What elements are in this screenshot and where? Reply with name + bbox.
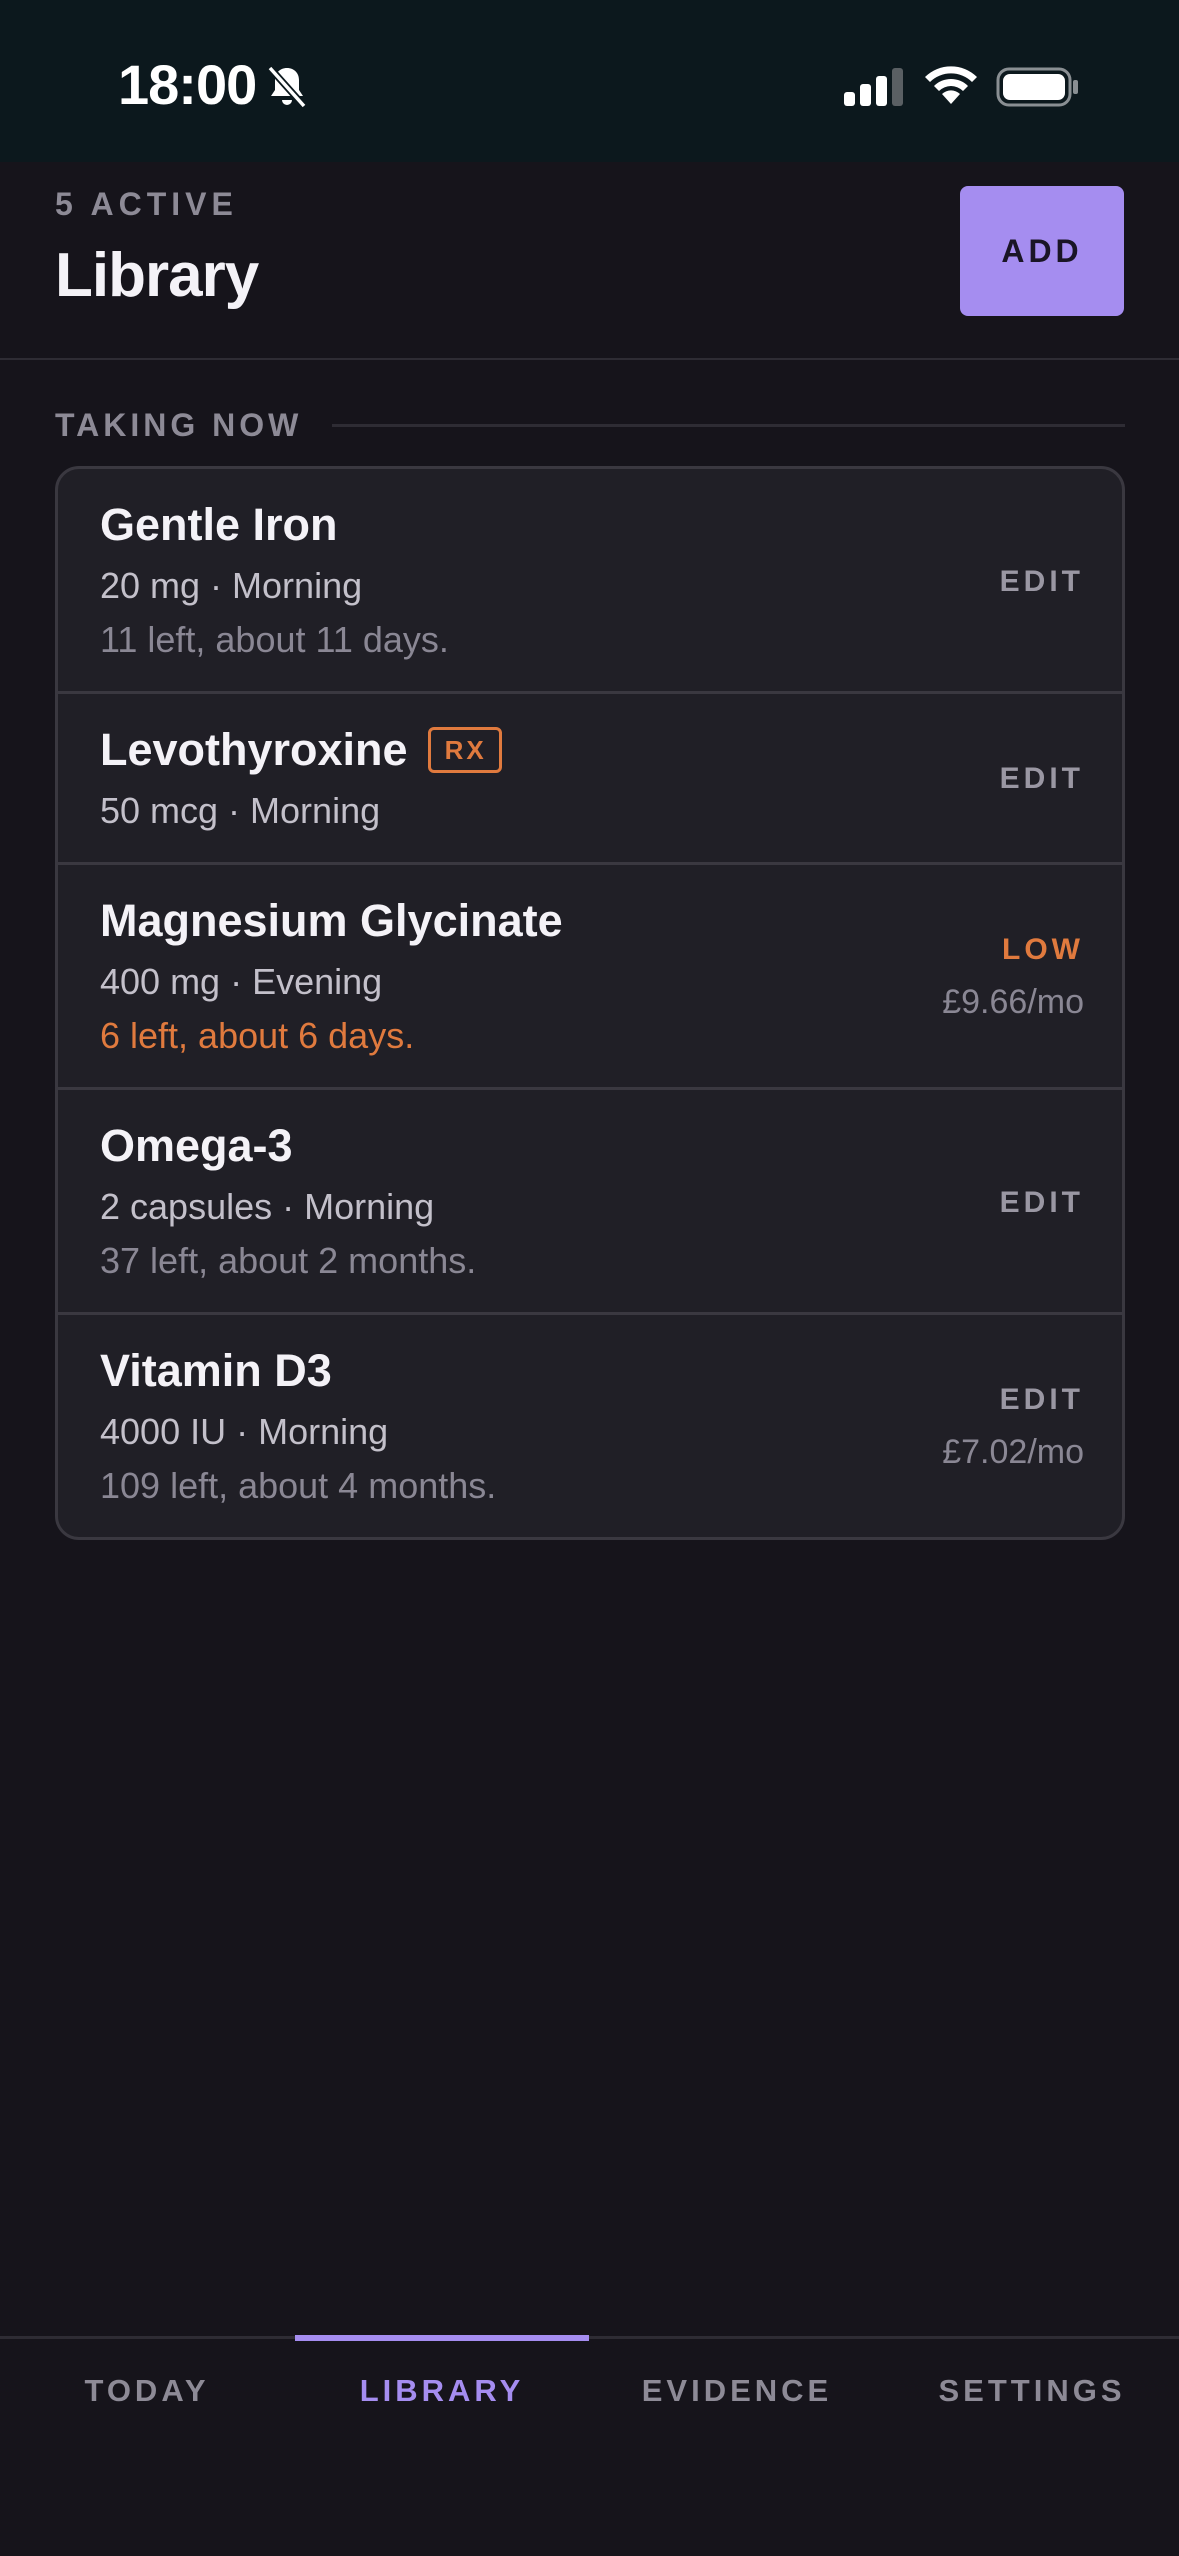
medication-dose: 400 mg · Evening: [100, 961, 383, 1002]
section-label: TAKING NOW: [55, 406, 303, 443]
medication-dose: 4000 IU · Morning: [100, 1411, 389, 1452]
edit-button[interactable]: EDIT: [1000, 762, 1084, 796]
medication-name: Magnesium Glycinate: [100, 895, 563, 946]
section-header: TAKING NOW: [55, 400, 1125, 450]
medication-row-gentle-iron[interactable]: Gentle Iron 20 mg · Morning 11 left, abo…: [58, 469, 1122, 694]
add-button[interactable]: ADD: [960, 186, 1124, 316]
status-time: 18:00: [118, 53, 257, 116]
medication-supply: 6 left, about 6 days.: [100, 1015, 415, 1056]
bell-slash-icon: [267, 65, 307, 109]
medication-dose: 2 capsules · Morning: [100, 1186, 435, 1227]
page-title: Library: [55, 241, 259, 310]
signal-icon: [844, 68, 903, 106]
medication-row-vitamin-d3[interactable]: Vitamin D3 4000 IU · Morning 109 left, a…: [58, 1315, 1122, 1537]
page-header: 5 ACTIVE Library ADD: [0, 162, 1179, 360]
medication-name: Levothyroxine RX: [100, 724, 502, 776]
medication-list: Gentle Iron 20 mg · Morning 11 left, abo…: [55, 466, 1125, 1540]
tab-evidence[interactable]: EVIDENCE: [590, 2339, 884, 2443]
medication-row-omega-3[interactable]: Omega-3 2 capsules · Morning 37 left, ab…: [58, 1090, 1122, 1315]
tab-settings[interactable]: SETTINGS: [885, 2339, 1179, 2443]
medication-supply: 11 left, about 11 days.: [100, 619, 449, 660]
medication-row-levothyroxine[interactable]: Levothyroxine RX 50 mcg · Morning EDIT: [58, 694, 1122, 865]
tab-library[interactable]: LIBRARY: [295, 2339, 589, 2443]
rx-badge: RX: [427, 727, 502, 773]
medication-name: Vitamin D3: [100, 1345, 332, 1396]
medication-dose: 50 mcg · Morning: [100, 790, 381, 831]
edit-button[interactable]: EDIT: [1000, 1186, 1084, 1220]
low-stock-badge[interactable]: LOW: [1002, 933, 1084, 967]
monthly-cost: £9.66/mo: [942, 983, 1084, 1021]
edit-button[interactable]: EDIT: [1000, 1383, 1084, 1417]
monthly-cost: £7.02/mo: [942, 1433, 1084, 1471]
medication-row-magnesium-glycinate[interactable]: Magnesium Glycinate 400 mg · Evening 6 l…: [58, 865, 1122, 1090]
active-count: 5 ACTIVE: [55, 186, 238, 222]
edit-button[interactable]: EDIT: [1000, 565, 1084, 599]
battery-icon: [996, 67, 1078, 107]
tab-today[interactable]: TODAY: [0, 2339, 294, 2443]
tab-bar: TODAY LIBRARY EVIDENCE SETTINGS: [0, 2335, 1179, 2556]
wifi-icon: [925, 66, 977, 104]
status-bar: 18:00: [0, 0, 1179, 162]
medication-name: Omega-3: [100, 1120, 293, 1171]
section-divider: [332, 423, 1125, 427]
medication-name: Gentle Iron: [100, 499, 338, 550]
medication-supply: 37 left, about 2 months.: [100, 1240, 477, 1281]
medication-supply: 109 left, about 4 months.: [100, 1465, 497, 1506]
medication-dose: 20 mg · Morning: [100, 565, 363, 606]
